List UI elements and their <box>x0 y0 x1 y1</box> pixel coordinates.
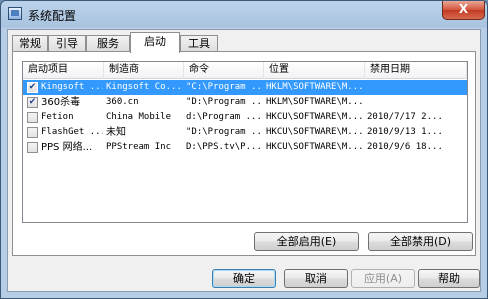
startup-panel: 启动项目 制造商 命令 位置 禁用日期 ✔ Kingsoft ... Kings… <box>12 51 476 256</box>
cell-disabled-date: 2010/9/13 1... <box>367 127 443 137</box>
table-row[interactable]: Fetion China Mobile d:\Program ... HKCU\… <box>23 110 467 125</box>
ok-button[interactable]: 确定 <box>212 269 276 288</box>
disable-all-button[interactable]: 全部禁用(D) <box>368 232 473 251</box>
cell-disabled-date: 2010/9/6 18... <box>367 142 443 152</box>
dialog-body: 常规 引导 服务 启动 工具 启动项目 制造商 命令 位置 禁用日期 ✔ Kin… <box>7 29 481 292</box>
cell-command: "D:\Program ... <box>186 127 263 137</box>
cell-item: PPS 网络... <box>41 142 93 153</box>
cell-location: HKLM\SOFTWARE\M... <box>266 97 364 107</box>
system-config-window: 系统配置 X 常规 引导 服务 启动 工具 启动项目 制造商 命令 位置 禁用日… <box>0 0 488 299</box>
cell-disabled-date <box>367 80 466 95</box>
tab-boot[interactable]: 引导 <box>48 35 86 52</box>
cell-disabled-date: 2010/7/17 2... <box>367 112 443 122</box>
startup-list[interactable]: 启动项目 制造商 命令 位置 禁用日期 ✔ Kingsoft ... Kings… <box>22 61 468 223</box>
tab-general[interactable]: 常规 <box>12 35 48 52</box>
cell-location: HKLM\SOFTWARE\M... <box>266 82 364 92</box>
window-title: 系统配置 <box>28 9 77 23</box>
title-bar[interactable]: 系统配置 X <box>1 1 487 27</box>
cell-command: D:\PPS.tv\P... <box>186 142 262 152</box>
cell-maker: 未知 <box>106 127 126 138</box>
cell-item: 360杀毒 <box>41 97 81 108</box>
cell-command: d:\Program ... <box>186 112 262 122</box>
enable-all-button[interactable]: 全部启用(E) <box>254 232 359 251</box>
tab-services[interactable]: 服务 <box>86 35 130 52</box>
table-row[interactable]: FlashGet ... 未知 "D:\Program ... HKCU\SOF… <box>23 125 467 140</box>
table-row[interactable]: PPS 网络... PPStream Inc D:\PPS.tv\P... HK… <box>23 140 467 155</box>
tab-tools[interactable]: 工具 <box>180 35 218 52</box>
help-button[interactable]: 帮助 <box>418 269 480 288</box>
cell-item: Fetion <box>41 112 74 122</box>
column-header-maker[interactable]: 制造商 <box>104 62 184 79</box>
cell-command: "D:\Program ... <box>186 97 263 107</box>
app-icon <box>8 7 22 20</box>
table-row[interactable]: ✔ 360杀毒 360.cn "D:\Program ... HKLM\SOFT… <box>23 95 467 110</box>
cell-maker: 360.cn <box>106 97 139 107</box>
table-row[interactable]: ✔ Kingsoft ... Kingsoft Co... "C:\Progra… <box>23 80 467 95</box>
cell-location: HKCU\SOFTWARE\M... <box>266 127 364 137</box>
cell-item: FlashGet ... <box>41 127 103 137</box>
apply-button[interactable]: 应用(A) <box>351 269 415 288</box>
cell-maker: China Mobile <box>106 112 172 122</box>
close-button[interactable]: X <box>442 1 485 20</box>
column-header-location[interactable]: 位置 <box>264 62 365 79</box>
startup-checkbox[interactable]: ✔ <box>27 82 38 93</box>
tab-startup[interactable]: 启动 <box>130 32 180 53</box>
cell-disabled-date <box>367 95 466 110</box>
cell-maker: Kingsoft Co... <box>106 82 182 92</box>
cell-command: "C:\Program ... <box>186 82 263 92</box>
cancel-button[interactable]: 取消 <box>284 269 348 288</box>
cell-location: HKCU\SOFTWARE\M... <box>266 142 364 152</box>
list-header: 启动项目 制造商 命令 位置 禁用日期 <box>23 62 467 79</box>
column-header-disabled-date[interactable]: 禁用日期 <box>365 62 467 79</box>
column-header-command[interactable]: 命令 <box>184 62 264 79</box>
cell-maker: PPStream Inc <box>106 142 172 152</box>
startup-checkbox[interactable]: ✔ <box>27 97 38 108</box>
cell-item: Kingsoft ... <box>41 82 103 92</box>
cell-location: HKCU\SOFTWARE\M... <box>266 112 364 122</box>
startup-checkbox[interactable] <box>27 142 38 153</box>
column-header-item[interactable]: 启动项目 <box>23 62 104 79</box>
startup-checkbox[interactable] <box>27 112 38 123</box>
startup-checkbox[interactable] <box>27 127 38 138</box>
